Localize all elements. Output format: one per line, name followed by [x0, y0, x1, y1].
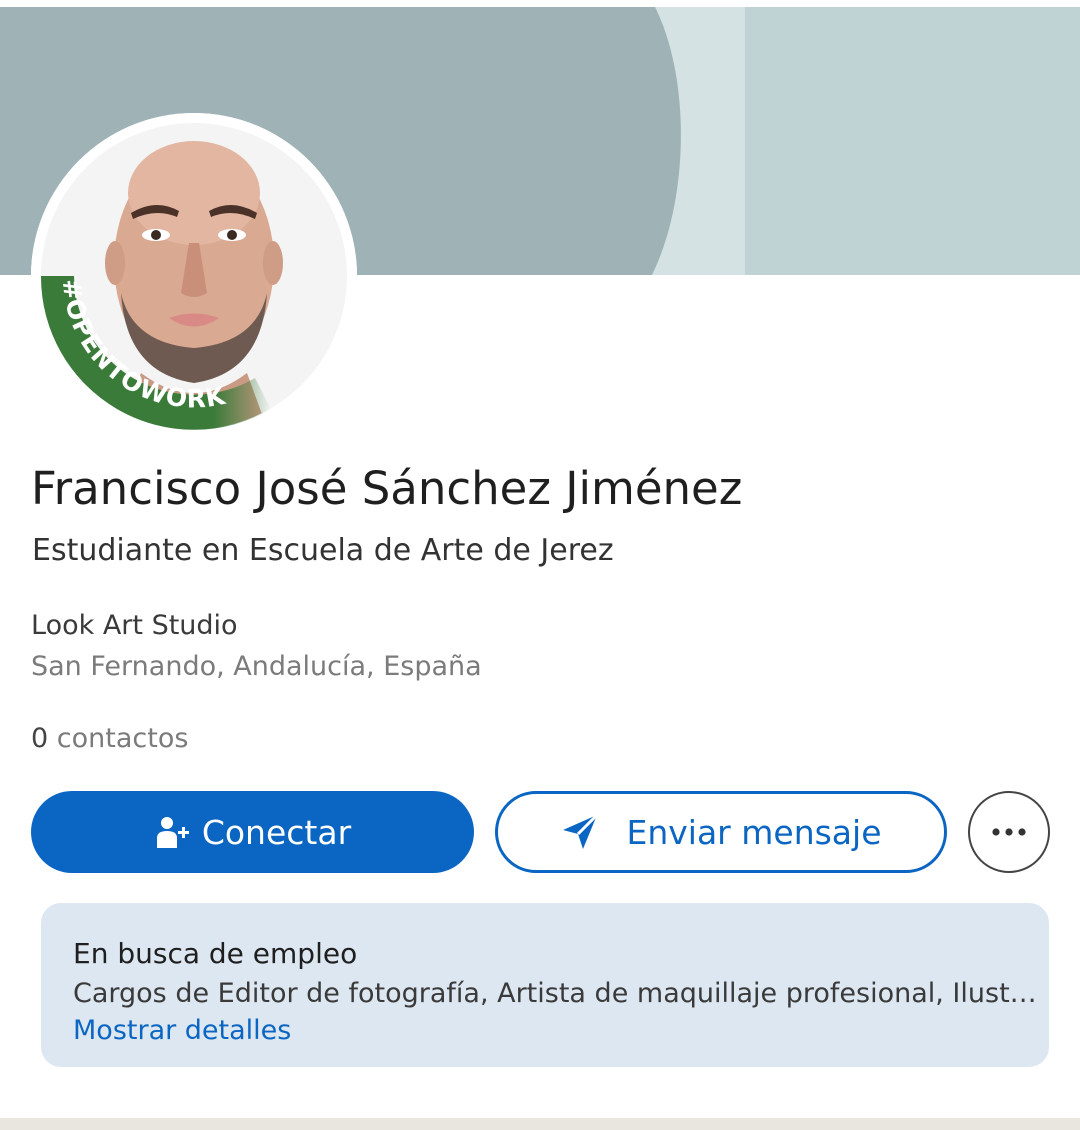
contacts-count[interactable]: 0 contactos [31, 723, 188, 755]
contacts-number: 0 [31, 723, 49, 754]
more-options-button[interactable] [968, 791, 1050, 873]
profile-company[interactable]: Look Art Studio [31, 610, 238, 642]
profile-location: San Fernando, Andalucía, España [31, 651, 482, 682]
more-horizontal-icon [992, 828, 1026, 836]
profile-avatar[interactable]: #OPENTOWORK [31, 113, 357, 439]
profile-headline: Estudiante en Escuela de Arte de Jerez [32, 533, 614, 568]
connect-button[interactable]: Conectar [31, 791, 474, 873]
section-divider [0, 1118, 1080, 1130]
send-message-label: Enviar mensaje [626, 812, 882, 852]
send-icon [561, 813, 599, 851]
contacts-label: contactos [56, 723, 189, 754]
open-to-work-card[interactable]: En busca de empleo Cargos de Editor de f… [41, 903, 1049, 1067]
show-details-link[interactable]: Mostrar detalles [73, 1015, 1049, 1047]
profile-name: Francisco José Sánchez Jiménez [31, 462, 743, 515]
add-person-icon [154, 814, 190, 850]
connect-label: Conectar [201, 812, 352, 852]
open-to-work-description: Cargos de Editor de fotografía, Artista … [73, 977, 1045, 1009]
send-message-button[interactable]: Enviar mensaje [495, 791, 947, 873]
open-to-work-title: En busca de empleo [73, 937, 358, 970]
